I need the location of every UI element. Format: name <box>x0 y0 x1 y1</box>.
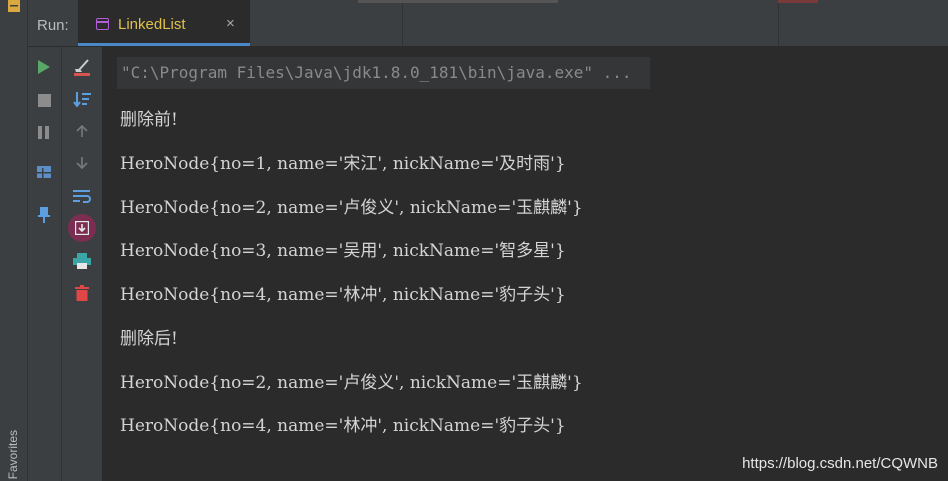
print-button[interactable] <box>70 249 94 273</box>
console-line: HeroNode{no=4, name='林冲', nickName='豹子头'… <box>120 285 566 305</box>
console-line: HeroNode{no=4, name='林冲', nickName='豹子头'… <box>120 416 566 436</box>
layout-icon <box>37 166 51 178</box>
header-topline <box>358 0 558 3</box>
console-toolbar <box>61 47 102 481</box>
console-line: 删除后! <box>120 329 178 349</box>
run-toolbar <box>28 47 61 481</box>
header-topline <box>778 0 818 3</box>
pin-button[interactable] <box>32 203 56 227</box>
soft-wrap-button[interactable] <box>70 184 94 208</box>
scroll-to-end-button[interactable] <box>68 214 96 242</box>
rerun-button[interactable] <box>32 55 56 79</box>
run-config-icon <box>96 18 109 30</box>
header-divider <box>402 0 403 46</box>
run-header: Run: LinkedList × <box>28 0 948 47</box>
project-icon[interactable] <box>8 0 20 12</box>
layout-button[interactable] <box>32 160 56 184</box>
tab-linkedlist[interactable]: LinkedList × <box>78 0 250 46</box>
watermark: https://blog.csdn.net/CQWNB <box>742 455 938 472</box>
soft-wrap-icon <box>73 190 91 203</box>
scroll-to-end-icon <box>75 221 89 235</box>
print-icon <box>73 253 91 269</box>
pause-icon <box>38 125 49 139</box>
close-icon[interactable]: × <box>226 15 235 32</box>
stop-icon <box>37 93 51 107</box>
sort-icon <box>73 92 91 107</box>
pin-icon <box>38 207 50 223</box>
header-divider <box>778 0 779 46</box>
previous-occurrence-button[interactable] <box>70 119 94 143</box>
console-line: 删除前! <box>120 110 178 130</box>
pause-button[interactable] <box>32 120 56 144</box>
command-line[interactable]: "C:\Program Files\Java\jdk1.8.0_181\bin\… <box>117 57 650 89</box>
clear-all-button[interactable] <box>70 55 94 79</box>
down-arrow-icon <box>76 157 88 170</box>
up-arrow-icon <box>76 124 88 137</box>
delete-button[interactable] <box>70 281 94 305</box>
clear-console-icon <box>74 59 90 76</box>
trash-icon <box>75 285 89 301</box>
next-occurrence-button[interactable] <box>70 151 94 175</box>
favorites-strip: Favorites <box>0 0 28 481</box>
console-line: HeroNode{no=2, name='卢俊义', nickName='玉麒麟… <box>120 198 583 218</box>
console-output[interactable]: "C:\Program Files\Java\jdk1.8.0_181\bin\… <box>102 47 948 481</box>
console-line: HeroNode{no=2, name='卢俊义', nickName='玉麒麟… <box>120 373 583 393</box>
stop-button[interactable] <box>32 88 56 112</box>
run-label: Run: <box>37 17 69 34</box>
sort-button[interactable] <box>70 87 94 111</box>
console-line: HeroNode{no=1, name='宋江', nickName='及时雨'… <box>120 154 566 174</box>
tab-label: LinkedList <box>118 16 186 33</box>
favorites-tab[interactable]: Favorites <box>6 430 20 479</box>
console-line: HeroNode{no=3, name='吴用', nickName='智多星'… <box>120 241 566 261</box>
rerun-icon <box>38 60 50 74</box>
